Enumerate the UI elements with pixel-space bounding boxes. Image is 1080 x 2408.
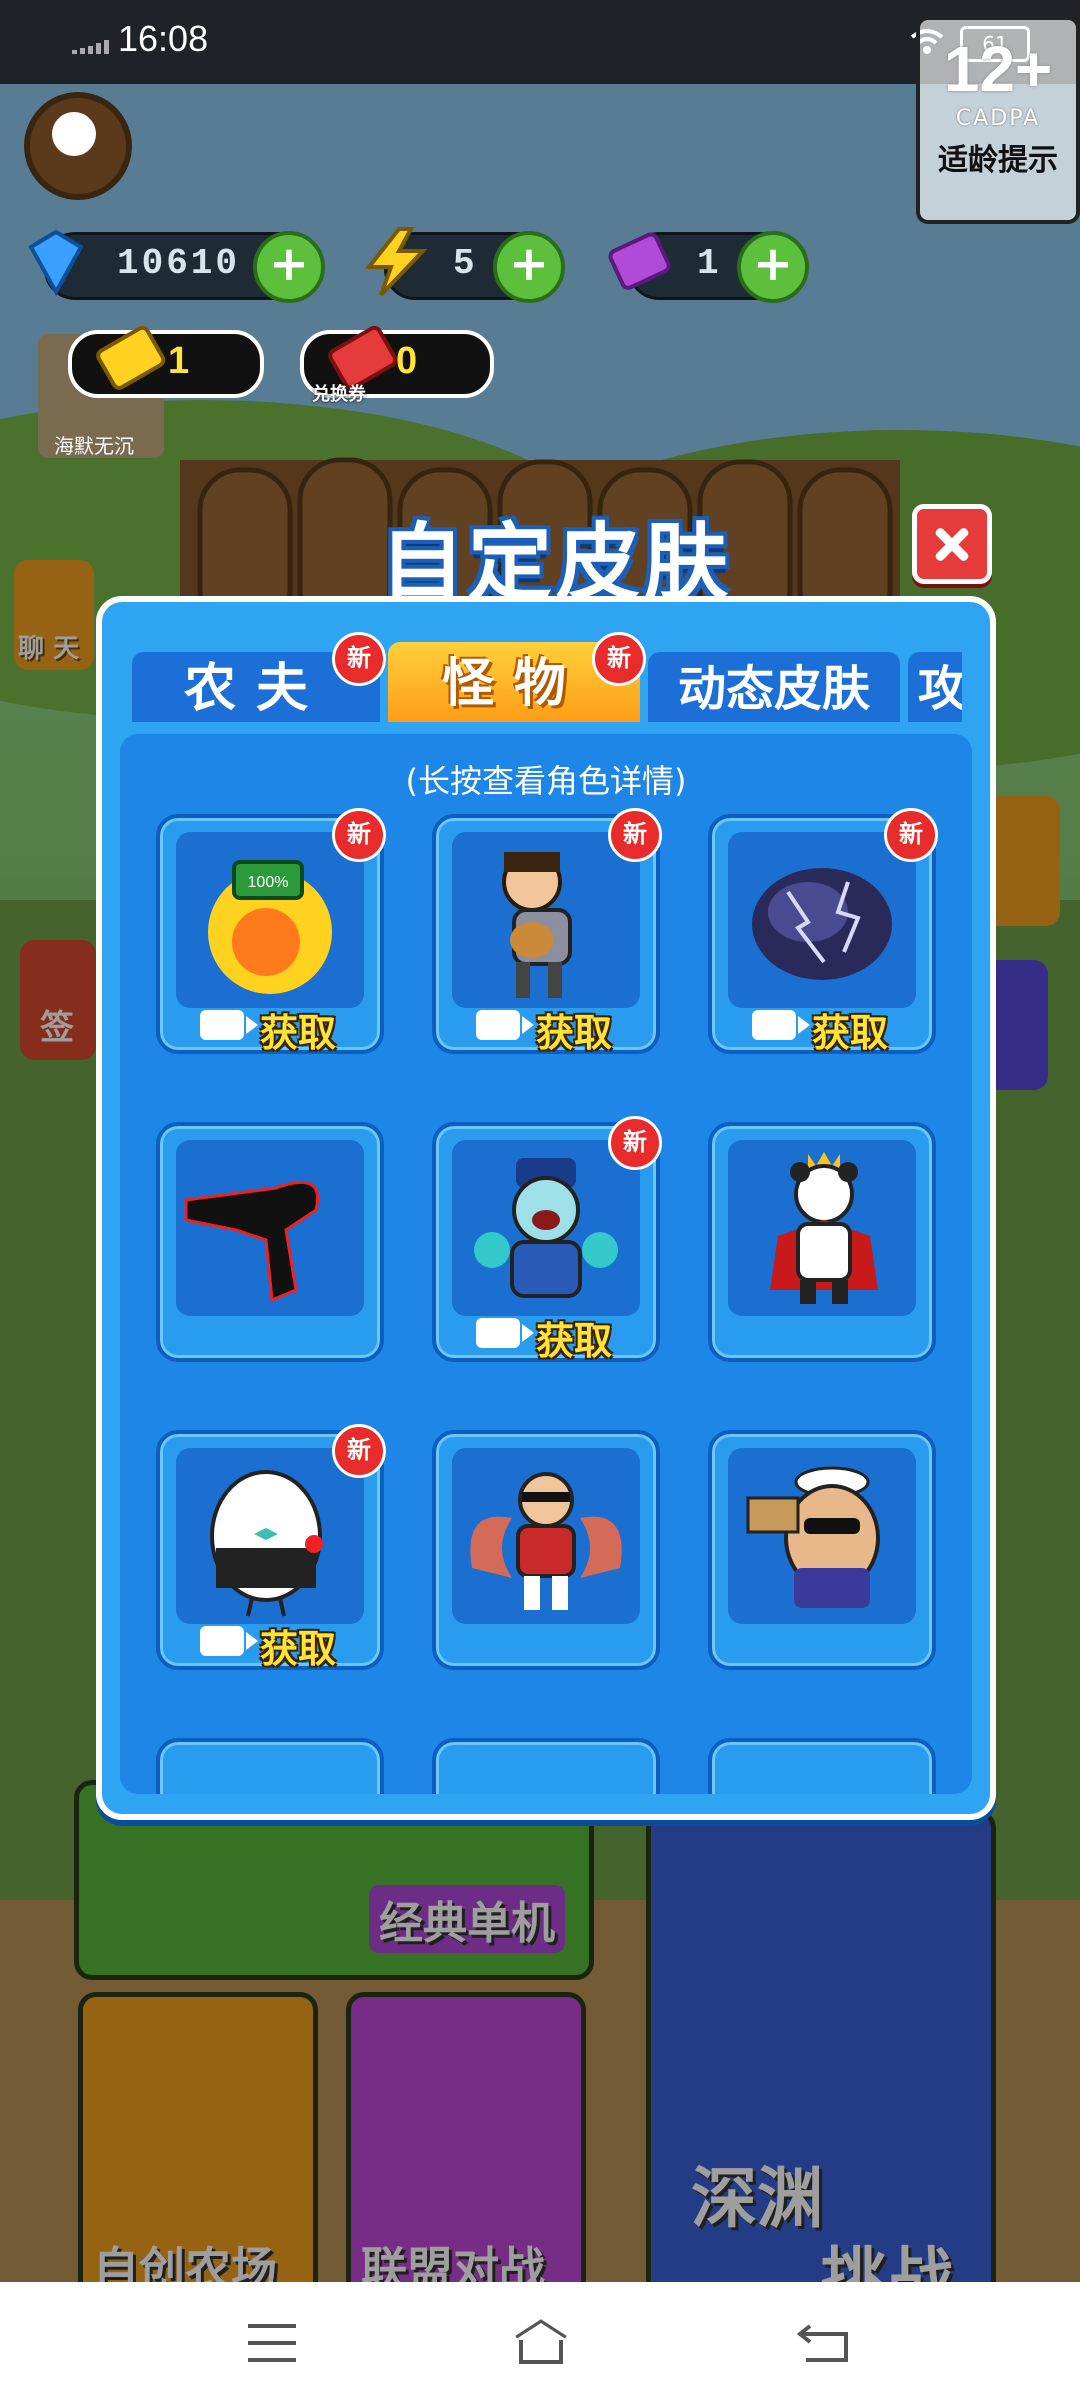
system-nav-bar bbox=[0, 2282, 1080, 2408]
clock: 16:08 bbox=[118, 18, 209, 59]
sailor-egg-art bbox=[728, 1448, 916, 1624]
skin-card-panda-king[interactable] bbox=[708, 1122, 936, 1362]
new-badge: 新 bbox=[608, 808, 662, 862]
shadow-figure-image bbox=[184, 1180, 319, 1303]
gold-ticket-icon bbox=[96, 325, 166, 390]
lightning-icon bbox=[364, 227, 428, 297]
home-icon[interactable] bbox=[506, 2318, 576, 2368]
new-badge: 新 bbox=[884, 808, 938, 862]
running-thief-image bbox=[502, 852, 572, 998]
energy-value: 5 bbox=[453, 243, 478, 284]
skin-grid-area: (长按查看角色详情) 100% 新 获取 新 获取 新 获取 新 获取 新 获取 bbox=[120, 734, 972, 1794]
player-name: 海默无沉 bbox=[54, 434, 134, 458]
video-icon bbox=[200, 1626, 258, 1656]
running-thief-art bbox=[452, 832, 640, 1008]
video-icon bbox=[476, 1010, 534, 1040]
exchange-ticket-label: 兑换券 bbox=[312, 384, 366, 405]
skin-card-egg-gentleman[interactable]: 新 获取 bbox=[156, 1424, 386, 1671]
skin-card-shadow-figure[interactable] bbox=[156, 1122, 384, 1362]
energy-counter: 5 + bbox=[364, 227, 565, 303]
skin-card-storm-cloud[interactable]: 新 获取 bbox=[708, 808, 938, 1055]
tab-farmer-label: 农夫 bbox=[183, 659, 328, 719]
skin-card-jiangshi[interactable]: 新 获取 bbox=[432, 1116, 662, 1363]
gold-ticket-counter: 1 bbox=[68, 325, 264, 398]
diamond-icon bbox=[28, 229, 84, 297]
settings-avatar-button[interactable] bbox=[24, 92, 132, 200]
age-org: CADPA bbox=[955, 106, 1041, 131]
add-energy-button[interactable]: + bbox=[493, 231, 565, 303]
egg-gentleman-image bbox=[210, 1470, 323, 1617]
storm-cloud-image bbox=[752, 868, 892, 980]
skin-card-sailor-egg[interactable] bbox=[708, 1430, 936, 1670]
get-button[interactable]: 获取 bbox=[468, 1312, 638, 1363]
get-button[interactable]: 获取 bbox=[744, 1004, 914, 1055]
back-icon[interactable] bbox=[796, 2318, 852, 2368]
diamond-counter: 10610 + bbox=[28, 229, 325, 303]
purple-ticket-icon bbox=[608, 232, 671, 290]
sailor-egg-image bbox=[746, 1466, 880, 1608]
get-label: 获取 bbox=[812, 1011, 889, 1055]
tab-attack-label: 攻 bbox=[918, 661, 962, 717]
gold-ticket-value: 1 bbox=[168, 340, 190, 382]
get-label: 获取 bbox=[536, 1011, 613, 1055]
skin-card-row4-2[interactable] bbox=[432, 1738, 660, 1794]
battery-bomb-art: 100% bbox=[176, 832, 364, 1008]
get-label: 获取 bbox=[260, 1011, 337, 1055]
fox-boy-art bbox=[452, 1448, 640, 1624]
svg-text:100%: 100% bbox=[248, 874, 289, 891]
age-tip: 适龄提示 bbox=[938, 143, 1058, 178]
add-ticket-button[interactable]: + bbox=[737, 231, 809, 303]
tab-dynamic-skin-label: 动态皮肤 bbox=[677, 661, 870, 717]
video-icon bbox=[200, 1010, 258, 1040]
video-icon bbox=[476, 1318, 534, 1348]
storm-cloud-art bbox=[728, 832, 916, 1008]
exchange-ticket-counter: 0 兑换券 bbox=[300, 325, 494, 405]
panda-king-art bbox=[728, 1140, 916, 1316]
get-button[interactable]: 获取 bbox=[192, 1620, 362, 1671]
add-diamond-button[interactable]: + bbox=[253, 231, 325, 303]
tab-dynamic-skin[interactable]: 动态皮肤 bbox=[648, 652, 900, 722]
skin-card-row4-1[interactable] bbox=[156, 1738, 384, 1794]
skin-card-running-thief[interactable]: 新 获取 bbox=[432, 808, 662, 1055]
egg-gentleman-art bbox=[176, 1448, 364, 1624]
exchange-ticket-value: 0 bbox=[396, 340, 418, 382]
diamond-value: 10610 bbox=[117, 243, 241, 284]
age-value: 12+ bbox=[943, 33, 1053, 105]
skin-card-fox-boy[interactable] bbox=[432, 1430, 660, 1670]
panda-king-image bbox=[770, 1152, 878, 1304]
jiangshi-image bbox=[474, 1158, 618, 1298]
battery-bomb-image: 100% bbox=[208, 860, 332, 994]
ticket-counter: 1 + bbox=[608, 231, 809, 303]
age-rating-badge: 12+ CADPA 适龄提示 bbox=[916, 16, 1080, 224]
video-icon bbox=[752, 1010, 810, 1040]
tab-attack[interactable]: 攻 bbox=[908, 652, 962, 722]
get-button[interactable]: 获取 bbox=[468, 1004, 638, 1055]
skin-card-battery-bomb[interactable]: 100% 新 获取 bbox=[156, 808, 386, 1055]
menu-icon[interactable] bbox=[244, 2318, 300, 2368]
tab-monster-label: 怪物 bbox=[441, 654, 586, 714]
jiangshi-art bbox=[452, 1140, 640, 1316]
tab-bar: 农夫 怪物 动态皮肤 攻 bbox=[132, 642, 962, 722]
skin-card-row4-3[interactable] bbox=[708, 1738, 936, 1794]
signal-icon bbox=[72, 40, 109, 54]
long-press-hint: (长按查看角色详情) bbox=[405, 762, 687, 800]
close-button[interactable] bbox=[912, 504, 992, 584]
tab-farmer-new-badge: 新 bbox=[332, 632, 386, 686]
new-badge: 新 bbox=[608, 1116, 662, 1170]
skin-panel: 农夫 怪物 动态皮肤 攻 新 新 (长按查看角色详情) 100% 新 获取 新 … bbox=[96, 596, 996, 1820]
get-label: 获取 bbox=[260, 1627, 337, 1671]
fox-boy-image bbox=[470, 1472, 622, 1610]
new-badge: 新 bbox=[332, 808, 386, 862]
new-badge: 新 bbox=[332, 1424, 386, 1478]
get-button[interactable]: 获取 bbox=[192, 1004, 362, 1055]
tab-monster-new-badge: 新 bbox=[592, 632, 646, 686]
get-label: 获取 bbox=[536, 1319, 613, 1363]
shadow-figure-art bbox=[176, 1140, 364, 1316]
ticket-value: 1 bbox=[697, 243, 722, 284]
